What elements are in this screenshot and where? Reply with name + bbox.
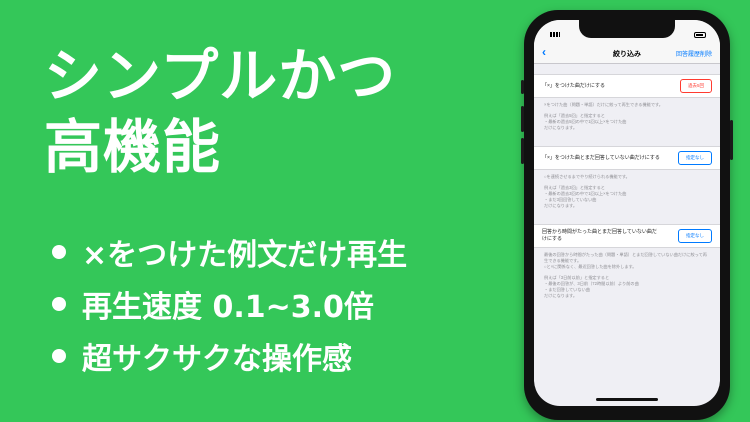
feature-item: 再生速度 0.1~3.0倍 — [52, 278, 407, 330]
filter-row: 回答から時間がたった曲とまだ回答していない曲だけにする 指定なし — [534, 224, 720, 248]
filter-row: 「×」をつけた曲とまだ回答していない曲だけにする 指定なし — [534, 146, 720, 170]
headline-line-2: 高機能 — [44, 113, 222, 181]
feature-item: ×をつけた例文だけ再生 — [52, 226, 407, 278]
feature-text: 再生速度 0.1~3.0倍 — [82, 290, 374, 325]
status-right — [694, 32, 706, 38]
phone-screen: 3:26 PM ‹ 絞り込み 回答履歴削除 「×」をつけた曲だけにする 過去5回… — [534, 20, 720, 406]
description-text: 最後の回答から時間がたった曲（問題・単語）とまだ回答していない曲だけに絞って再生… — [544, 252, 707, 269]
feature-text: ×をつけた例文だけ再生 — [82, 238, 408, 273]
promo-headline: シンプルかつ 高機能 — [44, 40, 396, 182]
home-indicator[interactable] — [596, 398, 658, 401]
description-text: ×をつけた曲（問題・単語）だけに絞って再生できる機能です。 — [544, 102, 663, 107]
headline-line-1: シンプルかつ — [44, 42, 397, 110]
description-example: 例えば「3日前以前」と指定すると ・最後の回答が、3日前（72時間以前）より前の… — [544, 275, 639, 298]
filter-value-button[interactable]: 指定なし — [678, 151, 712, 165]
filter-value-button[interactable]: 過去5回 — [679, 79, 712, 93]
filter-row-label: 「×」をつけた曲とまだ回答していない曲だけにする — [542, 154, 660, 161]
description-example: 例えば「過去3回」と指定すると ・最新の過去3回の中で1回以上×をつけた曲 ・ま… — [544, 185, 627, 208]
filter-description: ○を連続させるまでやり続けられる機能です。 例えば「過去3回」と指定すると ・最… — [534, 170, 720, 224]
delete-history-button[interactable]: 回答履歴削除 — [676, 49, 712, 58]
power-button — [730, 120, 733, 160]
filter-row: 「×」をつけた曲だけにする 過去5回 — [534, 74, 720, 98]
notch — [579, 20, 675, 38]
description-text: ○を連続させるまでやり続けられる機能です。 — [544, 174, 630, 179]
feature-item: 超サクサクな操作感 — [52, 330, 407, 382]
navigation-bar: ‹ 絞り込み 回答履歴削除 — [534, 42, 720, 64]
mute-switch — [521, 80, 524, 94]
filter-description: ×をつけた曲（問題・単語）だけに絞って再生できる機能です。 例えば「過去5回」と… — [534, 98, 720, 146]
filter-value-button[interactable]: 指定なし — [678, 229, 712, 243]
bullet-icon — [52, 245, 66, 259]
filter-list: 「×」をつけた曲だけにする 過去5回 ×をつけた曲（問題・単語）だけに絞って再生… — [534, 64, 720, 314]
bullet-icon — [52, 297, 66, 311]
description-example: 例えば「過去5回」と指定すると ・最新の過去5回の中で1回以上×をつけた曲 だけ… — [544, 113, 627, 130]
filter-row-label: 回答から時間がたった曲とまだ回答していない曲だけにする — [542, 229, 657, 242]
volume-up-button — [521, 106, 524, 132]
feature-list: ×をつけた例文だけ再生 再生速度 0.1~3.0倍 超サクサクな操作感 — [52, 226, 407, 382]
filter-row-label: 「×」をつけた曲だけにする — [542, 82, 605, 89]
phone-mockup: 3:26 PM ‹ 絞り込み 回答履歴削除 「×」をつけた曲だけにする 過去5回… — [521, 10, 733, 420]
filter-description: 最後の回答から時間がたった曲（問題・単語）とまだ回答していない曲だけに絞って再生… — [534, 248, 720, 314]
feature-text: 超サクサクな操作感 — [82, 342, 352, 377]
bullet-icon — [52, 349, 66, 363]
volume-down-button — [521, 138, 524, 164]
battery-icon — [694, 32, 706, 38]
